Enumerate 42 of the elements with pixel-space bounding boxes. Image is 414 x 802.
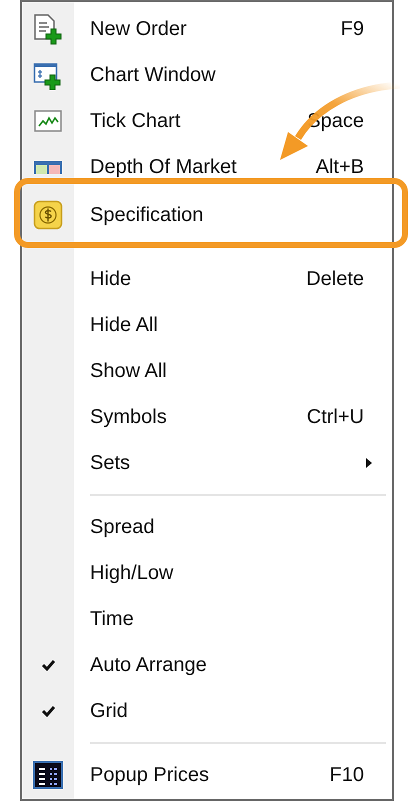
menu-item-label: Symbols xyxy=(90,405,167,430)
menu-item-label: Grid xyxy=(90,699,128,724)
shortcut-label: Delete xyxy=(306,267,364,292)
menu-item[interactable]: Sets xyxy=(22,440,392,486)
menu-item-label: Hide xyxy=(90,267,132,292)
menu-item-label: Show All xyxy=(90,359,167,384)
menu-item-label: Chart Window xyxy=(90,63,216,88)
shortcut-label: F9 xyxy=(340,17,364,42)
dollar-icon xyxy=(33,200,63,230)
submenu-arrow-icon xyxy=(366,458,372,468)
menu-item-label: Popup Prices xyxy=(90,763,209,788)
table-window-icon xyxy=(33,160,63,174)
menu-item[interactable]: Show All xyxy=(22,348,392,394)
menu-item[interactable]: Auto Arrange xyxy=(22,642,392,688)
menu-item[interactable]: Hide All xyxy=(22,302,392,348)
menu-item-label: Auto Arrange xyxy=(90,653,207,678)
menu-item-label: High/Low xyxy=(90,561,174,586)
document-plus-icon xyxy=(33,13,63,45)
price-board-icon xyxy=(33,760,63,790)
line-chart-icon xyxy=(34,110,62,132)
menu-item[interactable]: New Order F9 xyxy=(22,6,392,52)
menu-item[interactable]: Depth Of Market Alt+B xyxy=(22,144,392,190)
menu-item-label: Depth Of Market xyxy=(90,155,237,180)
menu-item[interactable]: High/Low xyxy=(22,550,392,596)
menu-item[interactable]: Specification xyxy=(22,192,392,238)
menu-item-label: Time xyxy=(90,607,134,632)
menu-item-label: New Order xyxy=(90,17,187,42)
menu-item-label: Tick Chart xyxy=(90,109,180,134)
shortcut-label: Ctrl+U xyxy=(306,405,364,430)
menu-item[interactable]: Popup Prices F10 xyxy=(22,752,392,798)
menu-item[interactable]: Time xyxy=(22,596,392,642)
menu-item-label: Spread xyxy=(90,515,154,540)
menu-item[interactable]: Chart Window xyxy=(22,52,392,98)
menu-item-label: Specification xyxy=(90,203,204,228)
menu-item[interactable]: Symbols Ctrl+U xyxy=(22,394,392,440)
menu-item-label: Hide All xyxy=(90,313,158,338)
shortcut-label: Alt+B xyxy=(316,155,364,180)
menu-item[interactable]: Spread xyxy=(22,504,392,550)
menu-item[interactable]: Grid xyxy=(22,688,392,734)
shortcut-label: F10 xyxy=(330,763,364,788)
menu-item-label: Sets xyxy=(90,451,130,476)
menu-item[interactable]: Hide Delete xyxy=(22,256,392,302)
